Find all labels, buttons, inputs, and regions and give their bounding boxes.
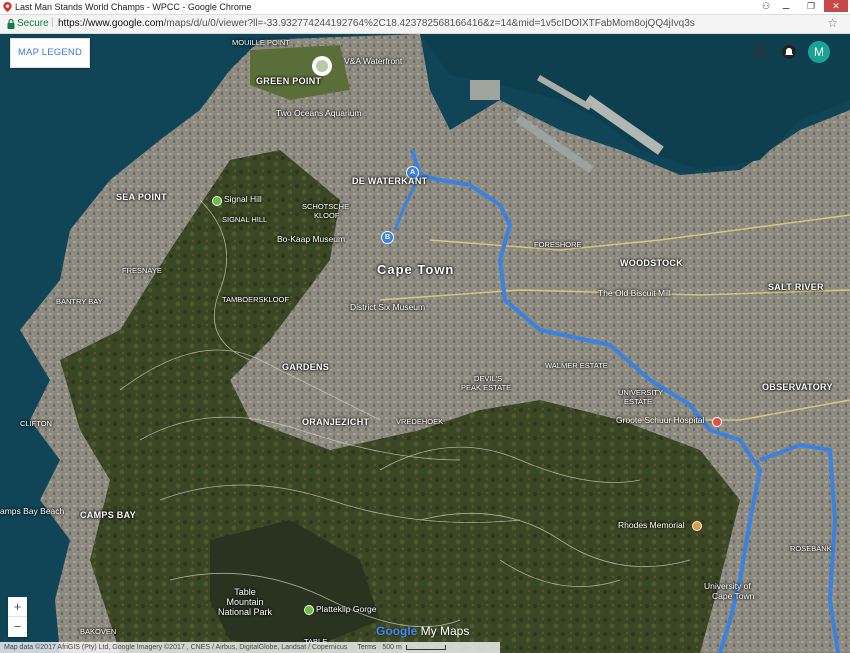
window-title: Last Man Stands World Champs - WPCC - Go… [15,2,252,12]
label-rhodes: Rhodes Memorial [618,520,685,530]
label-devils-1: DEVIL'S [474,374,503,383]
address-bar[interactable]: Secure | https://www.google.com/maps/d/u… [0,15,850,34]
label-va-waterfront: V&A Waterfront [344,56,403,66]
map-canvas[interactable]: A B MOUILLE POINT GREEN POINT V&A Waterf… [0,34,850,653]
google-logo-text: Google [376,624,418,638]
label-bantry-bay: BANTRY BAY [56,297,103,306]
user-avatar[interactable]: M [808,41,830,63]
profile-icon[interactable]: ⚇ [759,0,773,12]
label-signal-hill-poi: Signal Hill [224,194,262,204]
map-attribution: Map data ©2017 AfriGIS (Pty) Ltd, Google… [4,644,348,651]
hospital-marker[interactable] [712,417,722,427]
minimize-button[interactable]: ⚊ [774,0,798,12]
label-bokaap: Bo-Kaap Museum [277,234,346,244]
restore-button[interactable]: ❐ [799,0,823,12]
scale-bar [405,644,446,650]
scale-label: 500 m [382,644,402,651]
label-university-1: UNIVERSITY [618,388,664,397]
label-two-oceans: Two Oceans Aquarium [276,108,362,118]
label-uct-1: University of [704,581,751,591]
label-observatory: OBSERVATORY [762,382,833,392]
bell-glyph-icon [785,48,793,55]
label-green-point: GREEN POINT [256,76,322,86]
label-sea-point: SEA POINT [116,192,167,202]
address-separator: | [51,17,54,28]
label-schotsche-1: SCHOTSCHE [302,202,350,211]
window-controls: ⚇ ⚊ ❐ ✕ [759,0,848,13]
map-pin-icon [3,2,12,12]
url-path: /maps/d/u/0/viewer?ll=-33.93277424419276… [163,18,695,29]
label-table-3: National Park [218,607,273,617]
zoom-out-button[interactable]: − [8,617,27,637]
label-walmer: WALMER ESTATE [545,361,608,370]
lock-icon [7,18,15,29]
label-mouille-point: MOUILLE POINT [232,38,290,47]
mymaps-logo-text: My Maps [417,624,470,638]
label-district-six: District Six Museum [350,302,426,312]
route-pin-b[interactable]: B [381,231,394,244]
label-foreshore: FORESHORE [534,240,582,249]
label-table-1: Table [234,587,256,597]
label-table-mountain: Table Mountain National Park [218,587,272,617]
label-university-2: ESTATE [624,397,653,406]
label-signal-hill: SIGNAL HILL [222,215,268,224]
label-gardens: GARDENS [282,362,330,372]
url-host: https://www.google.com [58,18,164,29]
label-platteklip: Platteklip Gorge [316,604,377,614]
label-devils-2: PEAK ESTATE [461,383,512,392]
apps-grid-icon[interactable] [754,46,766,58]
zoom-control: + − [8,597,27,637]
label-fresnaye: FRESNAYE [122,266,162,275]
label-bakoven: BAKOVEN [80,627,117,636]
google-mymaps-logo: Google My Maps [376,624,469,638]
label-groote-schuur: Groote Schuur Hospital [616,415,705,425]
label-cape-town: Cape Town [377,262,455,277]
terms-link[interactable]: Terms [357,644,376,651]
label-rosebank: ROSEBANK [790,544,832,553]
window-title-bar: Last Man Stands World Champs - WPCC - Go… [0,0,850,15]
close-button[interactable]: ✕ [824,0,848,12]
platteklip-marker[interactable] [304,605,314,615]
label-woodstock: WOODSTOCK [620,258,684,268]
label-vredehoek: VREDEHOEK [396,417,444,426]
zoom-in-button[interactable]: + [8,597,27,617]
label-uct-2: Cape Town [712,591,755,601]
map-footer: Map data ©2017 AfriGIS (Pty) Ltd, Google… [0,642,500,653]
star-icon[interactable]: ☆ [827,16,838,30]
label-tamboerskloof: TAMBOERSKLOOF [222,295,289,304]
rhodes-marker[interactable] [692,521,702,531]
map-legend-button[interactable]: MAP LEGEND [10,38,90,68]
signal-hill-marker[interactable] [212,196,222,206]
label-salt-river: SALT RIVER [768,282,824,292]
url-text[interactable]: https://www.google.com/maps/d/u/0/viewer… [58,18,695,29]
satellite-imagery [0,34,850,653]
label-oranjezicht: ORANJEZICHT [302,417,370,427]
label-schotsche-2: KLOOF [314,211,340,220]
label-camps-bay-beach: amps Bay Beach [0,506,65,516]
label-old-biscuit: The Old Biscuit Mill [598,288,671,298]
label-camps-bay: CAMPS BAY [80,510,136,520]
label-table-2: Mountain [226,597,264,607]
notifications-icon[interactable] [782,45,796,59]
label-de-waterkant: DE WATERKANT [352,176,428,186]
secure-label: Secure [17,18,49,29]
label-clifton: CLIFTON [20,419,52,428]
